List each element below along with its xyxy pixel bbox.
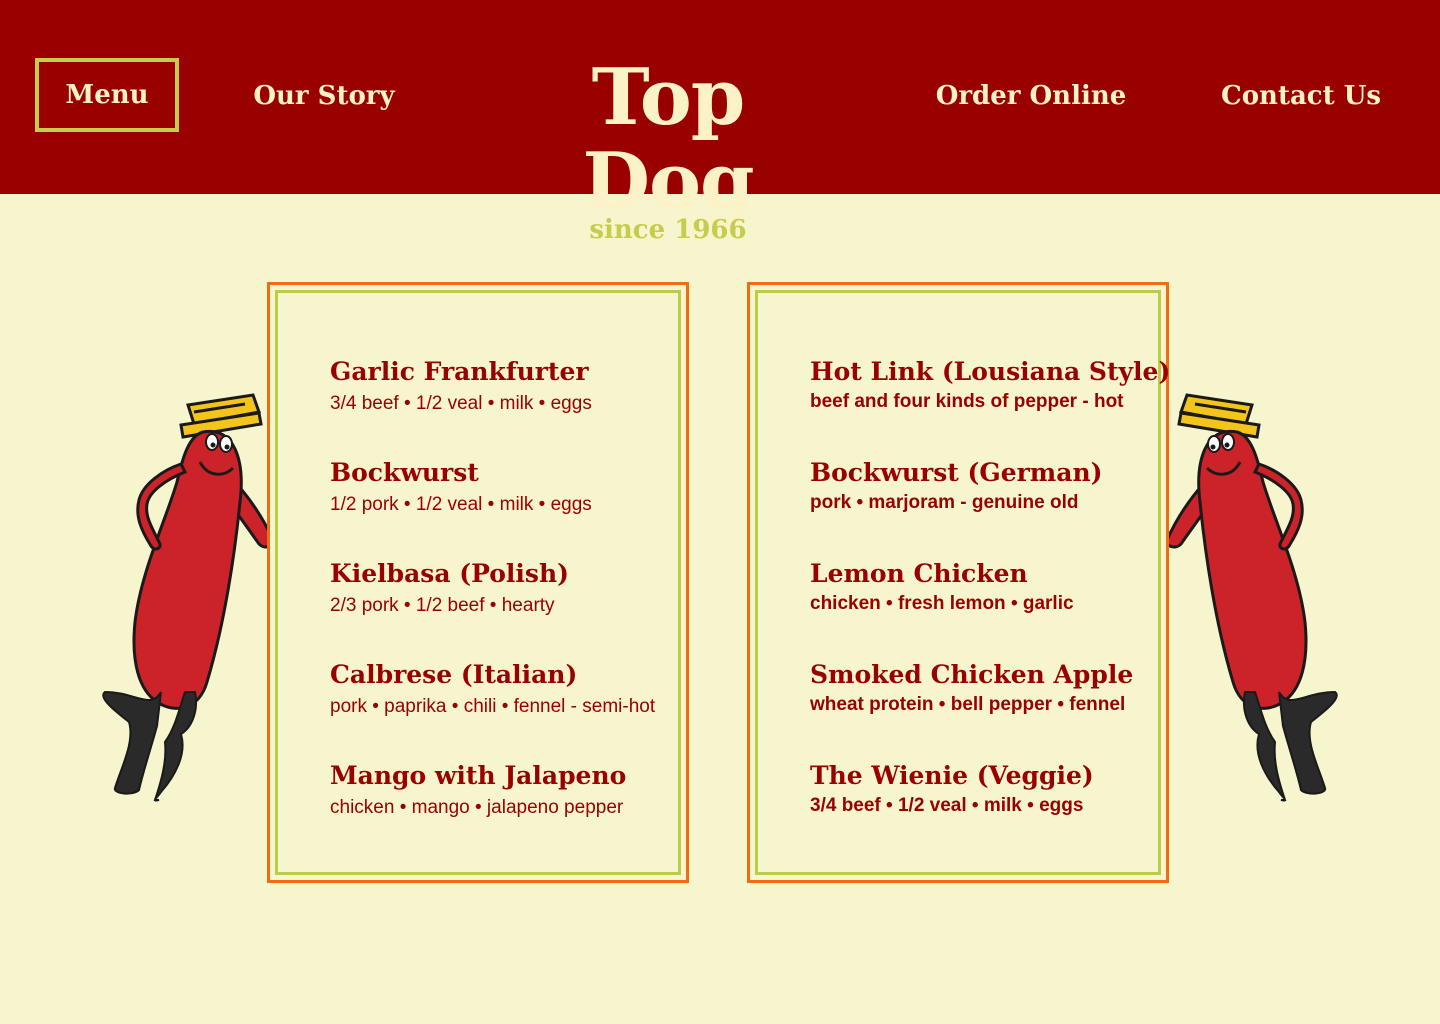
menu-item-description: pork • marjoram - genuine old: [810, 492, 1079, 513]
menu-item[interactable]: Mango with Jalapeno chicken • mango • ja…: [330, 761, 655, 862]
menu-item-name: Bockwurst: [330, 458, 479, 487]
hot-dog-mascot-icon: [102, 393, 275, 802]
hot-dog-mascot-icon: [1165, 393, 1338, 802]
menu-item-name: Bockwurst (German): [810, 458, 1103, 487]
menu-item-description: 3/4 beef • 1/2 veal • milk • eggs: [330, 393, 592, 414]
menu-card-border: Hot Link (Lousiana Style) beef and four …: [755, 290, 1170, 875]
menu-item-description: pork • paprika • chili • fennel - semi-h…: [330, 696, 656, 717]
menu-item-name: Lemon Chicken: [810, 559, 1028, 588]
site-header: Menu Our Story Top Dog since 1966 Order …: [0, 0, 1440, 245]
menu-list: Garlic Frankfurter 3/4 beef • 1/2 veal •…: [330, 357, 655, 862]
menu-card-border: Garlic Frankfurter 3/4 beef • 1/2 veal •…: [275, 290, 681, 875]
menu-item[interactable]: Bockwurst (German) pork • marjoram - gen…: [810, 458, 1170, 559]
menu-item-name: Smoked Chicken Apple: [810, 660, 1134, 689]
hat-icon: [179, 393, 263, 439]
menu-item-name: Hot Link (Lousiana Style): [810, 357, 1171, 386]
menu-item-name: The Wienie (Veggie): [810, 761, 1094, 790]
menu-item-description: chicken • mango • jalapeno pepper: [330, 797, 624, 818]
menu-item-name: Mango with Jalapeno: [330, 761, 627, 790]
menu-item-description: wheat protein • bell pepper • fennel: [810, 694, 1126, 715]
menu-item[interactable]: Calbrese (Italian) pork • paprika • chil…: [330, 660, 655, 761]
menu-item-description: 2/3 pork • 1/2 beef • hearty: [330, 595, 555, 616]
logo-subtitle: since 1966: [589, 215, 747, 245]
menu-item-name: Kielbasa (Polish): [330, 559, 569, 588]
menu-item[interactable]: Bockwurst 1/2 pork • 1/2 veal • milk • e…: [330, 458, 655, 559]
logo-title: Top Dog: [582, 52, 754, 227]
nav-our-story-link[interactable]: Our Story: [238, 60, 410, 132]
menu-card-right: Hot Link (Lousiana Style) beef and four …: [747, 282, 1170, 883]
nav-order-online-link[interactable]: Order Online: [930, 60, 1132, 132]
nav-menu-link[interactable]: Menu: [35, 58, 179, 132]
nav-contact-us-link[interactable]: Contact Us: [1212, 60, 1390, 132]
menu-item[interactable]: Garlic Frankfurter 3/4 beef • 1/2 veal •…: [330, 357, 655, 458]
logo[interactable]: Top Dog since 1966: [498, 56, 838, 245]
menu-item-name: Calbrese (Italian): [330, 660, 578, 689]
menu-item[interactable]: The Wienie (Veggie) 3/4 beef • 1/2 veal …: [810, 761, 1170, 862]
menu-item[interactable]: Kielbasa (Polish) 2/3 pork • 1/2 beef • …: [330, 559, 655, 660]
menu-list: Hot Link (Lousiana Style) beef and four …: [810, 357, 1170, 862]
menu-card-left: Garlic Frankfurter 3/4 beef • 1/2 veal •…: [267, 282, 689, 883]
menu-item[interactable]: Lemon Chicken chicken • fresh lemon • ga…: [810, 559, 1170, 660]
hat-icon: [1177, 393, 1261, 439]
menu-item-description: 1/2 pork • 1/2 veal • milk • eggs: [330, 494, 592, 515]
menu-item[interactable]: Hot Link (Lousiana Style) beef and four …: [810, 357, 1170, 458]
menu-item-description: chicken • fresh lemon • garlic: [810, 593, 1074, 614]
menu-item-description: 3/4 beef • 1/2 veal • milk • eggs: [810, 795, 1084, 816]
menu-item-name: Garlic Frankfurter: [330, 357, 589, 386]
menu-item-description: beef and four kinds of pepper - hot: [810, 391, 1124, 412]
menu-item[interactable]: Smoked Chicken Apple wheat protein • bel…: [810, 660, 1170, 761]
